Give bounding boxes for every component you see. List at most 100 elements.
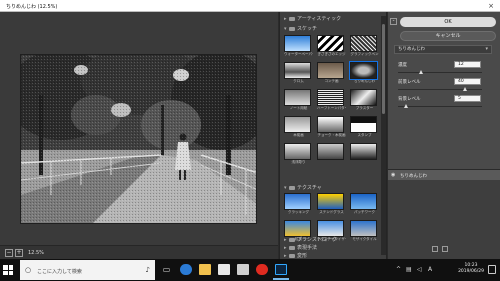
taskbar-clock[interactable]: 10:23 2019/06/29 [458,263,484,275]
effect-layer-row[interactable]: ◉ ちりめんじわ [388,170,500,180]
close-icon[interactable]: × [486,1,496,11]
param-label: 濃度 [398,63,407,68]
thumbnail-image [317,35,344,52]
folder-label: テクスチャ [297,185,322,191]
collapse-gallery-icon[interactable]: ⌃ [390,18,397,25]
visibility-eye-icon[interactable]: ◉ [391,172,395,178]
cancel-button[interactable]: キャンセル [400,31,496,41]
background-level-slider-handle[interactable] [403,104,408,108]
zoom-level[interactable]: 12.5% [28,250,44,256]
microphone-icon[interactable]: ♪ [146,266,150,274]
thumb-conte-crayon[interactable]: コンテ画 [317,62,346,83]
thumbnail-label: ちりめんじわ [354,79,375,83]
ok-button[interactable]: OK [400,17,496,27]
folder-sketch[interactable]: ▾ スケッチ [284,25,317,33]
thumb-note-paper[interactable]: ノート用紙 [284,89,313,110]
taskbar-search-box[interactable]: ○ ここに入力して検索 ♪ [20,260,155,280]
thumb-patchwork[interactable]: パッチワーク [350,193,379,214]
thumb-torn[interactable] [350,143,379,163]
thumb-torn-edges[interactable]: ぎざぎざのエッジ [317,35,346,56]
foreground-level-slider-track[interactable] [398,89,482,90]
volume-icon[interactable]: ◁ [417,266,422,273]
preview-footer: − + 12.5% [0,245,278,259]
texture-thumbnail-grid: クラッキング ステンドグラス パッチワーク 粒状 テクスチャライザー モザイクタ… [284,193,379,241]
photoshop-icon[interactable] [275,264,287,275]
thumbnail-label: パッチワーク [354,210,375,214]
preview-image[interactable] [20,54,257,224]
folder-stylize[interactable]: ▸ 表現手法 [284,244,317,252]
notification-center-icon[interactable] [488,265,496,274]
thumb-photocopy[interactable] [317,143,346,163]
thumb-craquelure[interactable]: クラッキング [284,193,313,214]
preview-area: − + 12.5% [0,12,278,259]
thumb-stained-glass[interactable]: ステンドグラス [317,193,346,214]
filter-select-value: ちりめんじわ [398,47,425,52]
windows-start-icon[interactable] [3,265,13,275]
thumb-chrome[interactable]: クロム [284,62,313,83]
thumbnail-image [349,61,378,80]
thumbnail-image [284,193,311,210]
thumbnail-image [284,220,311,237]
thumb-reticulation[interactable]: ちりめんじわ [349,61,379,83]
thumb-chalk-charcoal[interactable]: チョーク・木炭画 [317,116,346,137]
zoom-in-button[interactable]: + [15,249,23,257]
file-explorer-icon[interactable] [199,264,211,275]
thumb-stamp[interactable]: スタンプ [350,116,379,137]
window-title: ちりめんじわ (12.5%) [6,4,58,10]
background-level-input[interactable]: 5 [454,95,481,102]
thumbnail-label: ステンドグラス [319,210,344,214]
task-view-icon[interactable]: ▭ [161,264,172,275]
thumb-charcoal[interactable]: 木炭画 [284,116,313,137]
media-app-icon[interactable] [256,264,268,275]
show-hidden-icons-icon[interactable]: ^ [396,266,401,273]
thumbnail-image [284,89,311,106]
clock-date: 2019/06/29 [458,269,484,274]
folder-brush-strokes[interactable]: ▸ ブラシストローク [284,236,337,244]
density-slider-handle[interactable] [419,70,424,74]
thumbnail-image [350,89,377,106]
scrollbar-thumb[interactable] [382,24,385,114]
thumbnail-label: コンテ画 [324,79,339,83]
filter-settings-panel: ⌃ OK キャンセル ちりめんじわ ▾ 濃度 12 前景レベル 40 背景レベル… [388,12,500,259]
ime-indicator[interactable]: A [428,266,432,273]
edge-browser-icon[interactable] [180,264,192,275]
thumb-water-paper[interactable]: ウォーターペーパー [284,35,313,56]
thumb-bas-relief[interactable]: 浅浮彫り [284,143,313,164]
background-level-slider-track[interactable] [398,106,482,107]
new-effect-layer-icon[interactable] [432,246,438,252]
gallery-scrollbar[interactable] [381,16,386,255]
network-icon[interactable]: ▤ [406,266,412,273]
photoshop-filter-gallery-window: ちりめんじわ (12.5%) × − + 12.5% ▸ アーティスティック ▾… [0,0,500,281]
thumbnail-label: 木炭画 [293,133,304,137]
density-input[interactable]: 12 [454,61,481,68]
windows-taskbar: ○ ここに入力して検索 ♪ ▭ ^ ▤ ◁ A 10:23 2019/06/29 [0,259,500,281]
thumbnail-image [317,143,344,160]
thumb-halftone-pattern[interactable]: ハーフトーンパターン [317,89,346,110]
filter-select[interactable]: ちりめんじわ ▾ [394,45,492,54]
mail-icon[interactable] [237,264,249,275]
folder-icon [289,245,295,250]
thumb-graphic-pen[interactable]: グラフィックペン [350,35,379,56]
folder-artistic[interactable]: ▸ アーティスティック [284,15,341,23]
folder-icon [289,253,295,258]
thumbnail-image [350,35,377,52]
zoom-out-button[interactable]: − [5,249,13,257]
thumb-plaster[interactable]: プラスター [350,89,379,110]
folder-label: アーティスティック [297,16,342,22]
delete-effect-layer-icon[interactable] [442,246,448,252]
folder-label: スケッチ [297,26,318,32]
density-slider-track[interactable] [398,72,482,73]
folder-label: 表現手法 [297,245,318,251]
param-density: 濃度 12 [398,61,488,79]
thumbnail-image [284,116,311,133]
foreground-level-slider-handle[interactable] [462,87,467,91]
thumb-mosaic-tiles[interactable]: モザイクタイル [350,220,379,241]
foreground-level-input[interactable]: 40 [454,78,481,85]
thumbnail-image [284,143,311,160]
thumbnail-image [317,89,344,106]
thumbnail-label: グラフィックペン [350,52,379,56]
folder-texture[interactable]: ▾ テクスチャ [284,184,322,192]
store-icon[interactable] [218,264,230,275]
preview-photo-graphic [21,55,256,223]
thumbnail-label: クラッキング [288,210,309,214]
